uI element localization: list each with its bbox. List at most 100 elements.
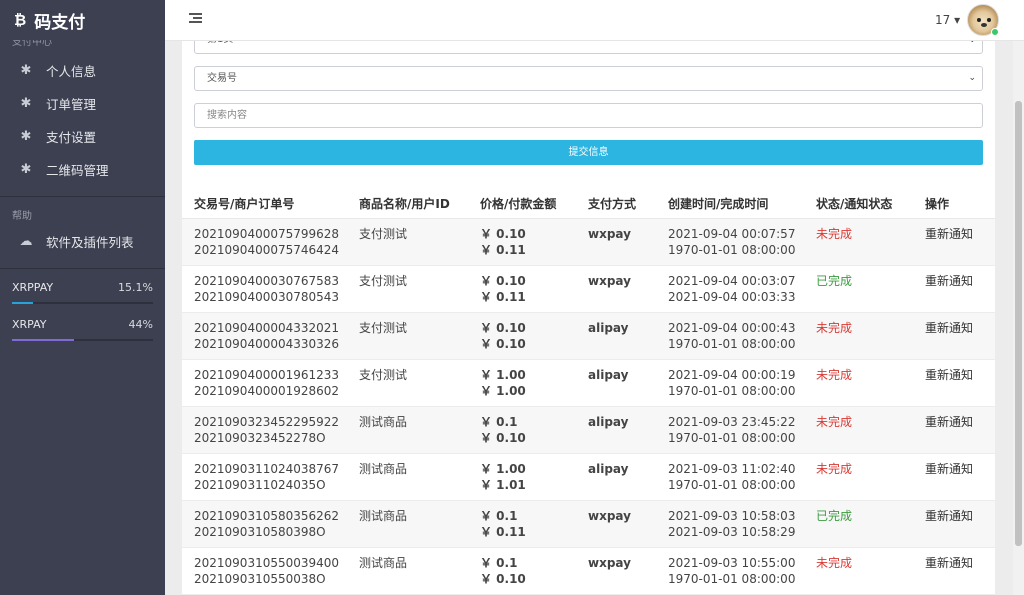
- status-badge: 未完成: [816, 461, 853, 476]
- stat-progress-bar: [12, 339, 153, 341]
- renotify-button[interactable]: 重新通知: [925, 461, 995, 478]
- paid-amount: ￥ 1.00: [480, 384, 526, 398]
- stat-percent: 15.1%: [118, 281, 153, 294]
- product-name: 测试商品: [359, 508, 408, 523]
- payment-method: wxpay: [588, 508, 631, 523]
- completed-time: 1970-01-01 08:00:00: [668, 243, 796, 257]
- order-no: 2021090323452278O: [194, 431, 326, 445]
- chevron-down-icon: ⌄: [968, 73, 976, 83]
- stat-percent: 44%: [128, 318, 153, 331]
- search-type-value: 交易号: [207, 73, 237, 84]
- table-header-row: 交易号/商户订单号 商品名称/用户ID 价格/付款金额 支付方式 创建时间/完成…: [182, 189, 995, 219]
- status-badge: 已完成: [816, 508, 853, 523]
- paid-amount: ￥ 0.11: [480, 525, 526, 539]
- sidebar-item-plugins[interactable]: ☁ 软件及插件列表: [0, 225, 165, 258]
- stat-progress-fill: [12, 339, 75, 341]
- table-row: 2021090323452295922 2021090323452278O 测试商…: [182, 406, 995, 454]
- order-no: 2021090400004330326: [194, 337, 340, 351]
- renotify-button[interactable]: 重新通知: [925, 226, 995, 243]
- help-section-label: 帮助: [12, 211, 32, 222]
- completed-time: 1970-01-01 08:00:00: [668, 572, 796, 586]
- bitcoin-logo-icon: ₿: [14, 11, 27, 29]
- status-badge: 未完成: [816, 226, 853, 241]
- renotify-button[interactable]: 重新通知: [925, 273, 995, 290]
- gear-icon: ✱: [20, 95, 32, 111]
- product-name: 支付测试: [359, 367, 408, 382]
- paid-amount: ￥ 1.01: [480, 478, 526, 492]
- sidebar-item-label: 个人信息: [46, 64, 97, 79]
- sidebar-item-label: 订单管理: [46, 97, 97, 112]
- completed-time: 1970-01-01 08:00:00: [668, 478, 796, 492]
- renotify-button[interactable]: 重新通知: [925, 414, 995, 431]
- status-badge: 未完成: [816, 555, 853, 570]
- created-time: 2021-09-03 23:45:22: [668, 414, 796, 429]
- search-input[interactable]: 搜索内容: [194, 103, 983, 128]
- menu-toggle-icon[interactable]: [189, 13, 202, 24]
- status-badge: 已完成: [816, 273, 853, 288]
- status-badge: 未完成: [816, 414, 853, 429]
- trade-no: 2021090310550039400: [194, 555, 340, 570]
- column-header: 价格/付款金额: [468, 189, 576, 219]
- renotify-button[interactable]: 重新通知: [925, 555, 995, 572]
- submit-button[interactable]: 提交信息: [194, 140, 983, 165]
- payment-method: wxpay: [588, 226, 631, 241]
- renotify-button[interactable]: 重新通知: [925, 320, 995, 337]
- product-name: 测试商品: [359, 461, 408, 476]
- price: ￥ 1.00: [480, 461, 526, 476]
- table-row: 2021090310580356262 2021090310580398O 测试商…: [182, 500, 995, 548]
- trade-no: 2021090400075799628: [194, 226, 340, 241]
- completed-time: 1970-01-01 08:00:00: [668, 337, 796, 351]
- price: ￥ 1.00: [480, 367, 526, 382]
- trade-no: 2021090323452295922: [194, 414, 340, 429]
- product-name: 测试商品: [359, 414, 408, 429]
- sidebar-item-profile[interactable]: ✱ 个人信息: [0, 54, 165, 87]
- status-badge: 未完成: [816, 367, 853, 382]
- orders-table-body: 2021090400075799628 2021090400075746424 支…: [182, 218, 995, 595]
- stat-progress-bar: [12, 302, 153, 304]
- sidebar-item-payment-settings[interactable]: ✱ 支付设置: [0, 120, 165, 153]
- created-time: 2021-09-04 00:07:57: [668, 226, 796, 241]
- price: ￥ 0.1: [480, 414, 518, 429]
- column-header: 商品名称/用户ID: [347, 189, 468, 219]
- sidebar-item-qrcode[interactable]: ✱ 二维码管理: [0, 153, 165, 186]
- completed-time: 1970-01-01 08:00:00: [668, 384, 796, 398]
- payment-method: alipay: [588, 320, 629, 335]
- orders-table: 交易号/商户订单号 商品名称/用户ID 价格/付款金额 支付方式 创建时间/完成…: [182, 189, 995, 595]
- stat-name: XRPAY: [12, 318, 47, 331]
- created-time: 2021-09-03 11:02:40: [668, 461, 796, 476]
- paid-amount: ￥ 0.10: [480, 572, 526, 586]
- brand[interactable]: ₿ 码支付: [0, 0, 165, 40]
- scrollbar-thumb[interactable]: [1015, 101, 1022, 546]
- column-header: 支付方式: [576, 189, 656, 219]
- stat-xrppay: XRPPAY 15.1%: [0, 281, 165, 304]
- sidebar-divider: [0, 268, 165, 269]
- sidebar: ₿ 码支付 支付中心 ✱ 个人信息 ✱ 订单管理 ✱ 支付设置 ✱ 二维码管理 …: [0, 0, 165, 595]
- order-no: 2021090311024035O: [194, 478, 326, 492]
- page-scrollbar[interactable]: [1013, 41, 1024, 595]
- payment-method: wxpay: [588, 555, 631, 570]
- sidebar-item-orders[interactable]: ✱ 订单管理: [0, 87, 165, 120]
- search-placeholder: 搜索内容: [207, 110, 247, 121]
- product-name: 支付测试: [359, 320, 408, 335]
- paid-amount: ￥ 0.10: [480, 431, 526, 445]
- payment-method: alipay: [588, 367, 629, 382]
- trade-no: 2021090400004332021: [194, 320, 340, 335]
- table-row: 2021090400004332021 2021090400004330326 支…: [182, 312, 995, 360]
- user-dropdown[interactable]: 17 ▾: [935, 13, 960, 27]
- table-row: 2021090311024038767 2021090311024035O 测试商…: [182, 453, 995, 501]
- column-header: 创建时间/完成时间: [656, 189, 804, 219]
- completed-time: 1970-01-01 08:00:00: [668, 431, 796, 445]
- price: ￥ 0.10: [480, 273, 526, 288]
- product-name: 支付测试: [359, 273, 408, 288]
- table-row: 2021090400075799628 2021090400075746424 支…: [182, 218, 995, 266]
- product-name: 测试商品: [359, 555, 408, 570]
- stat-progress-fill: [12, 302, 34, 304]
- paid-amount: ￥ 0.11: [480, 290, 526, 304]
- renotify-button[interactable]: 重新通知: [925, 508, 995, 525]
- search-type-select[interactable]: 交易号 ⌄: [194, 66, 983, 91]
- created-time: 2021-09-04 00:00:43: [668, 320, 796, 335]
- stat-name: XRPPAY: [12, 281, 54, 294]
- payment-method: alipay: [588, 414, 629, 429]
- renotify-button[interactable]: 重新通知: [925, 367, 995, 384]
- status-badge: 未完成: [816, 320, 853, 335]
